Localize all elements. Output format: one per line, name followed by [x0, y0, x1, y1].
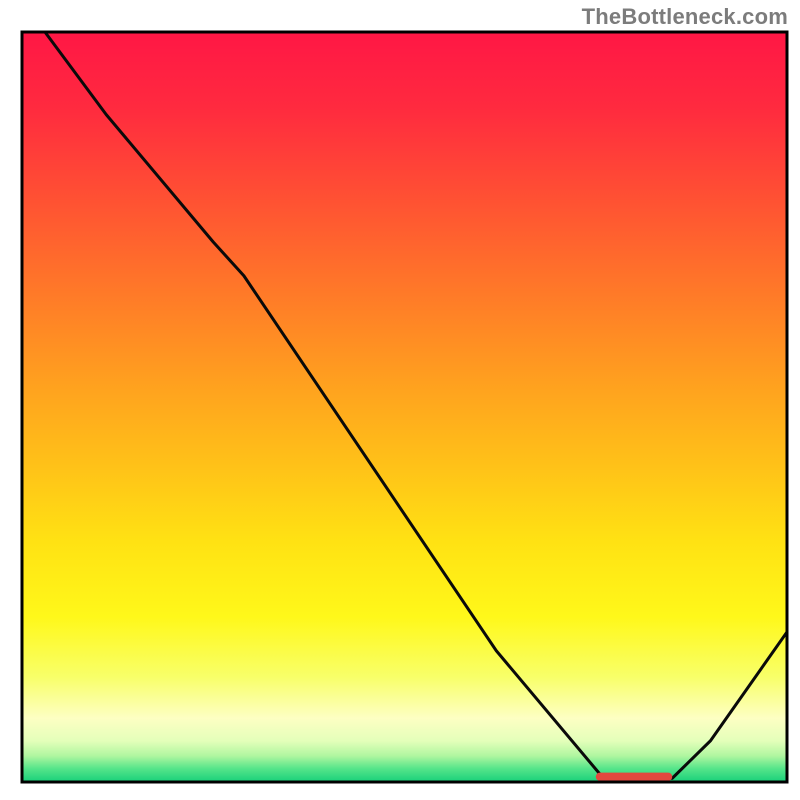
- optimal-range-marker: [596, 773, 673, 781]
- chart-svg: [0, 0, 800, 800]
- chart-stage: TheBottleneck.com: [0, 0, 800, 800]
- watermark-text: TheBottleneck.com: [582, 4, 788, 30]
- gradient-background: [22, 32, 787, 782]
